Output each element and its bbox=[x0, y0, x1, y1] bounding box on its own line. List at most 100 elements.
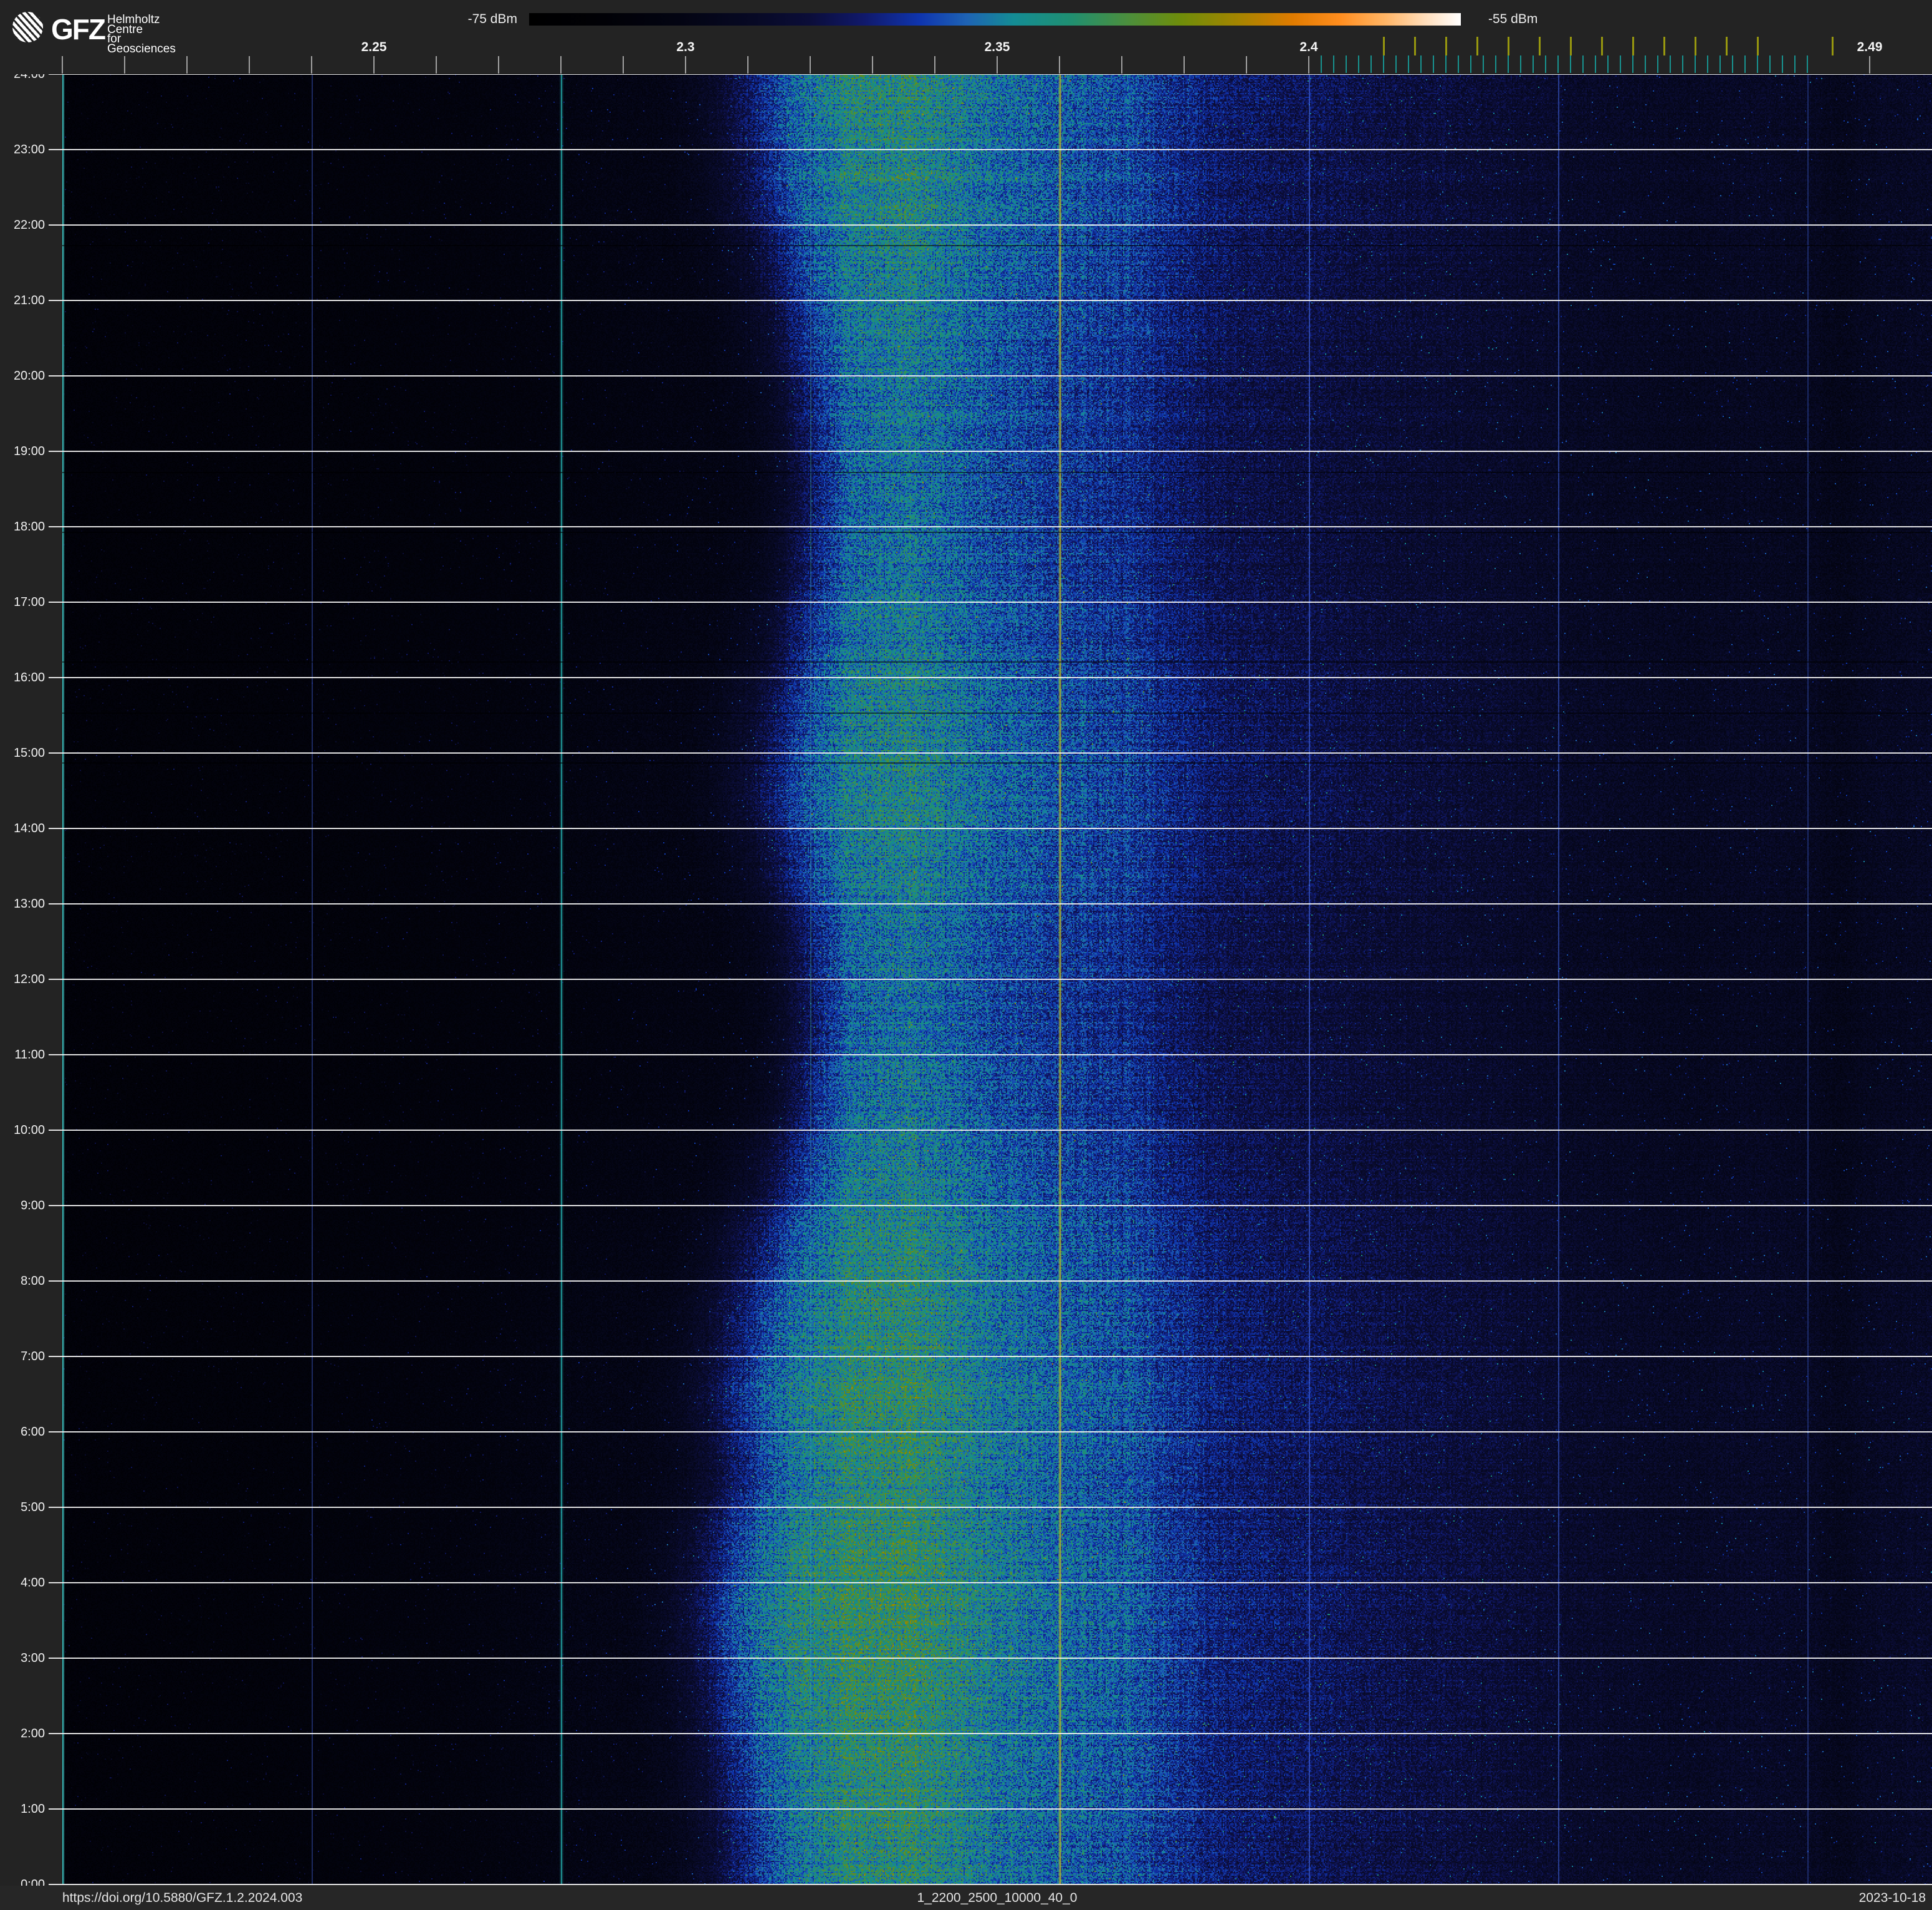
time-label: 6:00 bbox=[21, 1425, 45, 1439]
ble-channel-tick bbox=[1395, 55, 1397, 73]
time-label: 7:00 bbox=[21, 1350, 45, 1363]
dataset-id: 1_2200_2500_10000_40_0 bbox=[917, 1891, 1078, 1905]
time-label: 15:00 bbox=[13, 746, 45, 760]
frequency-minor-tick bbox=[747, 56, 748, 74]
ble-channel-tick bbox=[1757, 55, 1758, 73]
frequency-minor-tick bbox=[810, 56, 811, 74]
wifi-channel-tick bbox=[1383, 37, 1385, 55]
ble-channel-tick bbox=[1483, 55, 1484, 73]
time-label: 22:00 bbox=[13, 218, 45, 232]
frequency-minor-tick bbox=[1059, 56, 1060, 74]
time-label: 13:00 bbox=[13, 897, 45, 911]
wifi-channel-tick bbox=[1726, 37, 1728, 55]
frequency-minor-tick bbox=[872, 56, 873, 74]
ble-channel-tick bbox=[1383, 55, 1384, 73]
frequency-minor-tick bbox=[1869, 56, 1870, 74]
ble-channel-tick bbox=[1333, 55, 1334, 73]
frequency-minor-tick bbox=[124, 56, 125, 74]
time-label: 17:00 bbox=[13, 595, 45, 609]
time-label: 21:00 bbox=[13, 294, 45, 307]
ble-channel-tick bbox=[1370, 55, 1372, 73]
time-label: 11:00 bbox=[14, 1048, 45, 1062]
ble-channel-tick bbox=[1732, 55, 1733, 73]
time-label: 18:00 bbox=[13, 520, 45, 534]
ble-channel-tick bbox=[1570, 55, 1571, 73]
ble-channel-tick bbox=[1782, 55, 1783, 73]
time-label: 9:00 bbox=[21, 1199, 45, 1212]
ble-channel-tick bbox=[1321, 55, 1322, 73]
wifi-channel-tick bbox=[1663, 37, 1665, 55]
frequency-minor-tick bbox=[1184, 56, 1185, 74]
ble-channel-tick bbox=[1769, 55, 1771, 73]
spectrogram-canvas bbox=[62, 74, 1932, 1884]
ble-channel-tick bbox=[1707, 55, 1708, 73]
ble-channel-tick bbox=[1807, 55, 1808, 73]
ble-channel-tick bbox=[1346, 55, 1347, 73]
ble-channel-tick bbox=[1620, 55, 1621, 73]
time-label: 19:00 bbox=[13, 444, 45, 458]
frequency-label: 2.3 bbox=[676, 40, 695, 54]
ble-channel-tick bbox=[1408, 55, 1409, 73]
frequency-minor-tick bbox=[560, 56, 562, 74]
ble-channel-tick bbox=[1607, 55, 1609, 73]
wifi-channel-tick bbox=[1414, 37, 1416, 55]
time-label: 8:00 bbox=[21, 1274, 45, 1288]
wifi-channel-tick bbox=[1539, 37, 1541, 55]
time-label: 20:00 bbox=[13, 369, 45, 383]
spectrogram-plot bbox=[62, 74, 1932, 1884]
frequency-minor-tick bbox=[623, 56, 624, 74]
ble-channel-tick bbox=[1445, 55, 1447, 73]
time-label: 4:00 bbox=[21, 1576, 45, 1590]
ble-channel-tick bbox=[1632, 55, 1633, 73]
time-label: 5:00 bbox=[21, 1500, 45, 1514]
ble-channel-tick bbox=[1508, 55, 1509, 73]
ble-channel-tick bbox=[1557, 55, 1559, 73]
ble-channel-tick bbox=[1358, 55, 1359, 73]
wifi-channel-tick bbox=[1695, 37, 1696, 55]
ble-channel-tick bbox=[1470, 55, 1471, 73]
frequency-minor-tick bbox=[934, 56, 935, 74]
wifi-channel-tick bbox=[1445, 37, 1447, 55]
doi-link: https://doi.org/10.5880/GFZ.1.2.2024.003 bbox=[62, 1891, 303, 1905]
ble-channel-tick bbox=[1670, 55, 1671, 73]
frequency-label: 2.25 bbox=[361, 40, 387, 54]
ble-channel-tick bbox=[1645, 55, 1646, 73]
ble-channel-tick bbox=[1595, 55, 1596, 73]
frequency-label: 2.49 bbox=[1857, 40, 1883, 54]
frequency-minor-tick bbox=[685, 56, 686, 74]
time-label: 16:00 bbox=[13, 671, 45, 684]
frequency-minor-tick bbox=[498, 56, 499, 74]
time-label: 23:00 bbox=[13, 143, 45, 156]
frequency-minor-tick bbox=[1246, 56, 1247, 74]
frequency-minor-tick bbox=[997, 56, 998, 74]
wifi-channel-tick bbox=[1632, 37, 1634, 55]
frequency-minor-tick bbox=[311, 56, 312, 74]
date-label: 2023-10-18 bbox=[1858, 1891, 1926, 1905]
ble-channel-tick bbox=[1682, 55, 1683, 73]
ble-channel-tick bbox=[1433, 55, 1434, 73]
wifi-channel-tick bbox=[1757, 37, 1759, 55]
ble-channel-tick bbox=[1545, 55, 1546, 73]
wifi-channel-tick bbox=[1508, 37, 1509, 55]
ble-channel-tick bbox=[1744, 55, 1746, 73]
frequency-minor-tick bbox=[373, 56, 375, 74]
frequency-minor-tick bbox=[186, 56, 188, 74]
wifi-channel-tick bbox=[1476, 37, 1478, 55]
frequency-minor-tick bbox=[249, 56, 250, 74]
wifi-channel-tick bbox=[1570, 37, 1572, 55]
frequency-minor-tick bbox=[1308, 56, 1309, 74]
time-label: 14:00 bbox=[13, 822, 45, 835]
ble-channel-tick bbox=[1582, 55, 1584, 73]
ble-channel-tick bbox=[1458, 55, 1459, 73]
frequency-minor-tick bbox=[436, 56, 437, 74]
frequency-label: 2.35 bbox=[984, 40, 1010, 54]
time-label: 12:00 bbox=[13, 972, 45, 986]
frequency-minor-tick bbox=[62, 56, 63, 74]
wifi-channel-tick bbox=[1832, 37, 1834, 55]
ble-channel-tick bbox=[1657, 55, 1658, 73]
ble-channel-tick bbox=[1520, 55, 1521, 73]
time-label: 3:00 bbox=[21, 1651, 45, 1665]
time-label: 10:00 bbox=[13, 1123, 45, 1137]
spectrogram-page: GFZ Helmholtz Centre for Geosciences -75… bbox=[0, 0, 1932, 1910]
frequency-minor-tick bbox=[1121, 56, 1122, 74]
